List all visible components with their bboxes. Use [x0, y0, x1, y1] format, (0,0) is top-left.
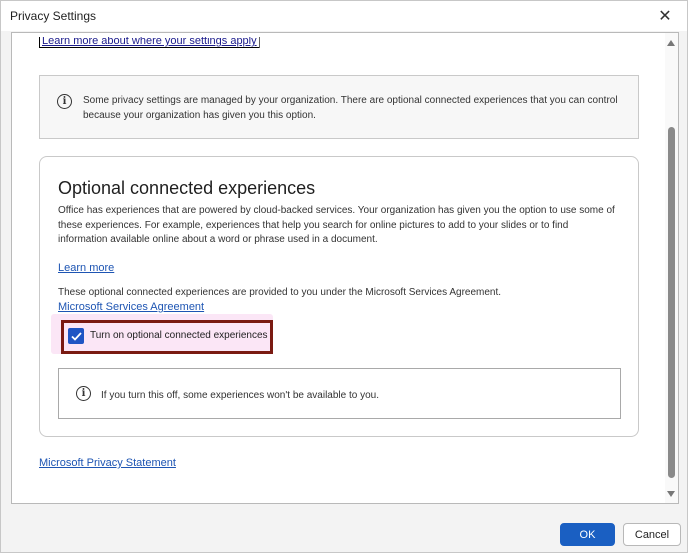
- title-bar: Privacy Settings ✕: [1, 1, 687, 31]
- close-button[interactable]: ✕: [643, 1, 687, 31]
- settings-panel: Learn more about where your settings app…: [11, 32, 679, 504]
- microsoft-privacy-statement-link[interactable]: Microsoft Privacy Statement: [39, 457, 176, 469]
- section-heading: Optional connected experiences: [58, 178, 316, 198]
- where-settings-apply-link[interactable]: Learn more about where your settings app…: [39, 37, 260, 48]
- close-icon: ✕: [658, 8, 672, 25]
- optional-experiences-checkbox[interactable]: [68, 328, 84, 344]
- section-description: Office has experiences that are powered …: [58, 205, 615, 245]
- scroll-up-icon[interactable]: [667, 40, 675, 46]
- turn-off-notice-text: If you turn this off, some experiences w…: [101, 390, 379, 401]
- turn-off-notice: i If you turn this off, some experiences…: [58, 368, 621, 419]
- managed-settings-text: Some privacy settings are managed by you…: [83, 95, 618, 121]
- learn-more-link[interactable]: Learn more: [58, 262, 114, 274]
- privacy-settings-dialog: Privacy Settings ✕ Learn more about wher…: [0, 0, 688, 553]
- info-icon: i: [57, 94, 72, 109]
- msa-notice-text: These optional connected experiences are…: [58, 287, 502, 298]
- ok-button[interactable]: OK: [560, 523, 615, 546]
- optional-connected-experiences-card: Optional connected experiences Office ha…: [39, 156, 639, 437]
- info-icon: i: [76, 386, 91, 401]
- window-title: Privacy Settings: [10, 9, 97, 23]
- optional-experiences-checkbox-label[interactable]: Turn on optional connected experiences: [90, 330, 268, 341]
- vertical-scrollbar[interactable]: [665, 33, 678, 503]
- scroll-area: Learn more about where your settings app…: [12, 33, 664, 503]
- cancel-button[interactable]: Cancel: [623, 523, 681, 546]
- microsoft-services-agreement-link[interactable]: Microsoft Services Agreement: [58, 301, 204, 313]
- managed-settings-notice: i Some privacy settings are managed by y…: [39, 75, 639, 139]
- checkmark-icon: [70, 331, 82, 341]
- scrollbar-thumb[interactable]: [668, 127, 675, 478]
- scroll-down-icon[interactable]: [667, 491, 675, 497]
